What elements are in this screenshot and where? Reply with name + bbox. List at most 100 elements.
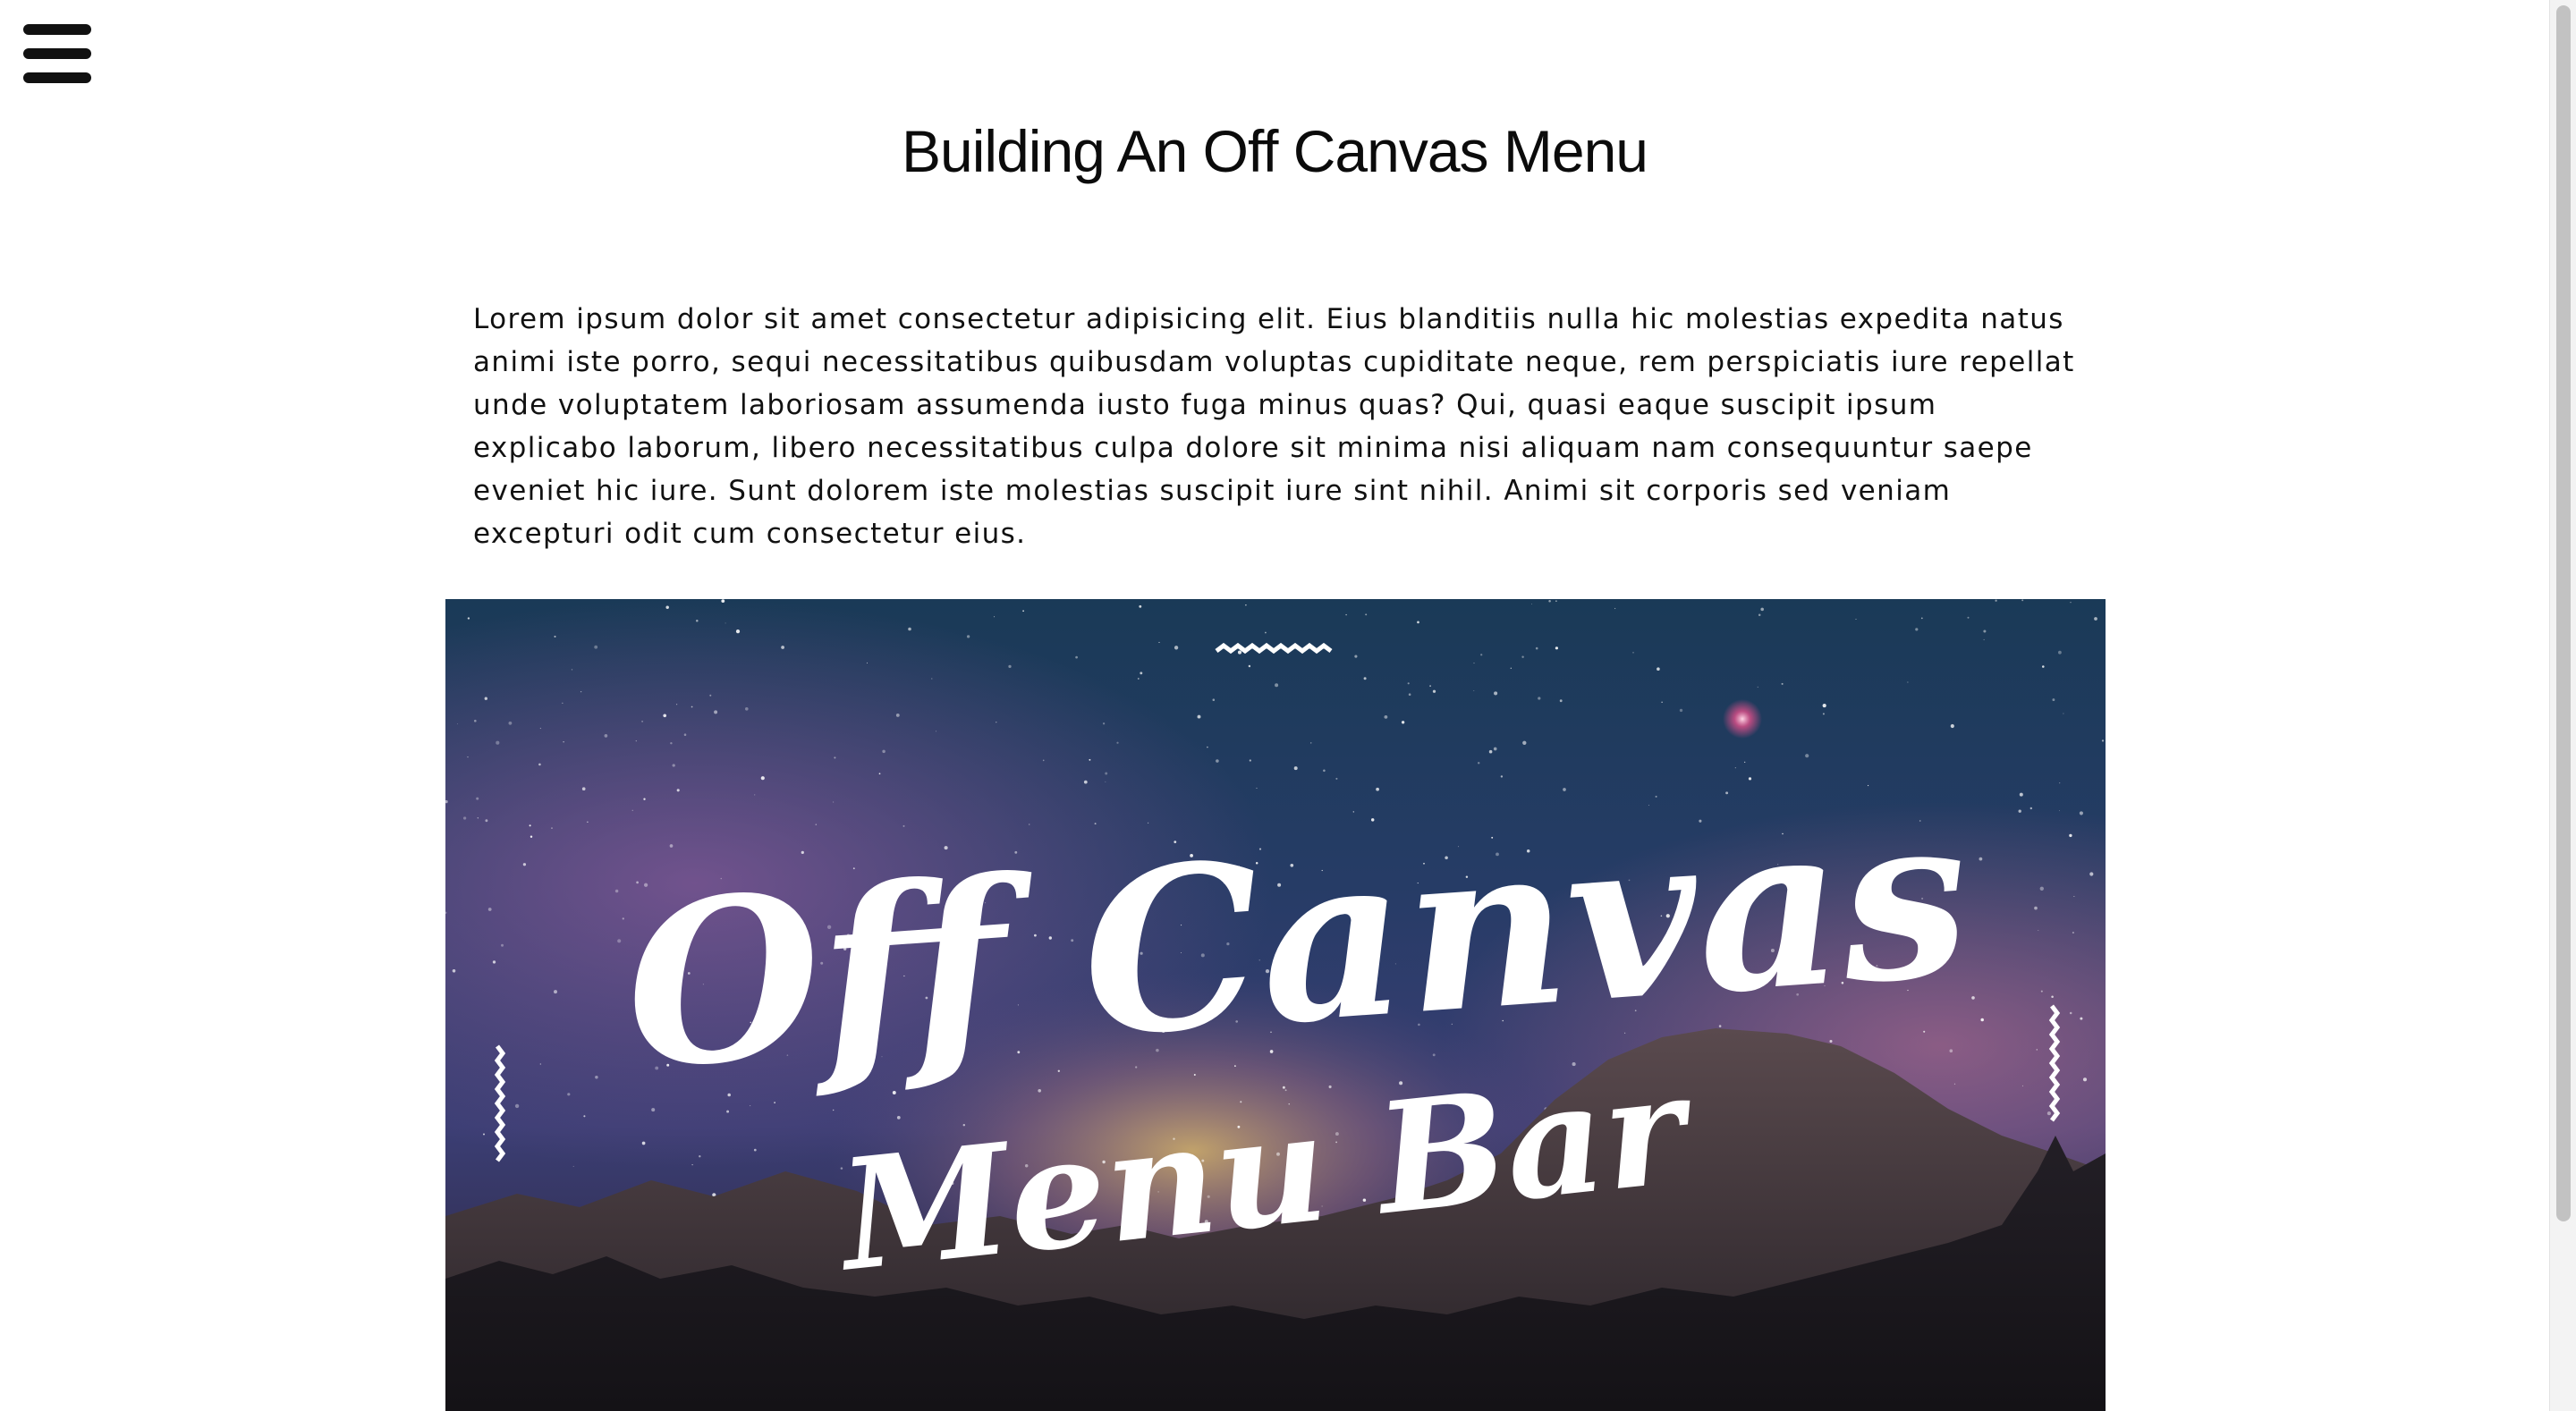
star [709, 694, 712, 697]
star [1365, 613, 1368, 616]
star [484, 697, 487, 700]
star [1920, 617, 1923, 620]
hamburger-menu-icon[interactable] [23, 24, 91, 83]
star [1829, 1039, 1833, 1043]
star [781, 646, 784, 649]
star [1979, 857, 1983, 861]
star [554, 990, 557, 994]
star [2051, 995, 2054, 998]
star [641, 1141, 646, 1145]
star [1494, 691, 1498, 696]
star [691, 1163, 693, 1166]
star [2069, 1011, 2072, 1015]
star [1075, 655, 1078, 659]
star [530, 835, 533, 838]
star [635, 739, 637, 742]
star [1822, 704, 1826, 708]
vertical-scrollbar[interactable] [2549, 0, 2576, 1411]
star [834, 756, 836, 759]
star [485, 819, 488, 823]
star [2019, 792, 2023, 797]
star [1949, 1049, 1953, 1053]
star [572, 1165, 574, 1167]
star [487, 908, 492, 911]
star [1995, 599, 1997, 602]
menu-bar-line [23, 24, 91, 35]
star [753, 1148, 757, 1152]
star [529, 824, 531, 827]
star [604, 734, 608, 738]
star [1363, 677, 1367, 680]
star [1555, 646, 1559, 650]
star [2082, 1077, 2088, 1082]
star [1417, 621, 1419, 624]
star [1744, 761, 1746, 764]
star [2034, 906, 2038, 910]
star [477, 817, 479, 819]
star [1500, 775, 1504, 778]
star [1855, 618, 1857, 620]
star [1137, 678, 1140, 680]
star [1216, 759, 1219, 763]
star [1632, 652, 1634, 654]
star [583, 1115, 586, 1118]
star [1758, 613, 1761, 616]
star [1480, 654, 1483, 656]
star [2036, 1049, 2038, 1051]
star [483, 1133, 485, 1136]
star [1614, 607, 1616, 610]
hero-image: Off Canvas Menu Bar [445, 599, 2106, 1411]
star [896, 1116, 901, 1120]
star [663, 714, 667, 718]
star [724, 622, 726, 624]
star [1323, 769, 1326, 773]
star [1275, 683, 1279, 688]
star [514, 1103, 520, 1109]
star [1384, 714, 1388, 719]
scrollbar-thumb[interactable] [2556, 5, 2571, 1221]
star [1432, 689, 1436, 693]
star [456, 723, 458, 725]
star [1555, 600, 1557, 602]
star [1345, 613, 1347, 616]
star [1116, 741, 1119, 744]
star [1950, 723, 1954, 729]
page: Building An Off Canvas Menu Lorem ipsum … [0, 0, 2549, 1411]
star [496, 740, 500, 745]
star [2072, 931, 2074, 934]
star [683, 733, 687, 736]
star [908, 627, 911, 631]
star [745, 707, 749, 711]
star [2069, 833, 2072, 838]
star [1207, 746, 1208, 748]
star [1538, 697, 1541, 700]
star [832, 801, 835, 803]
star [815, 824, 818, 825]
star [754, 794, 756, 796]
star [1310, 742, 1312, 744]
star [669, 844, 674, 848]
star [1249, 759, 1251, 762]
star [1522, 740, 1527, 745]
star [462, 816, 467, 820]
star [2070, 602, 2072, 604]
star [2029, 807, 2032, 810]
star [467, 617, 470, 620]
bright-star [1723, 699, 1762, 739]
star [1781, 682, 1784, 685]
star [508, 721, 513, 725]
star [902, 824, 905, 827]
star [1248, 664, 1251, 668]
star [2018, 809, 2021, 813]
star [2059, 782, 2061, 784]
star [614, 889, 619, 893]
star [1734, 767, 1736, 769]
star [1237, 650, 1242, 655]
star [631, 809, 633, 811]
star [994, 616, 996, 618]
star [643, 798, 646, 800]
star [1822, 713, 1825, 715]
star [2058, 650, 2062, 655]
star [1140, 672, 1143, 675]
star [1559, 699, 1563, 703]
